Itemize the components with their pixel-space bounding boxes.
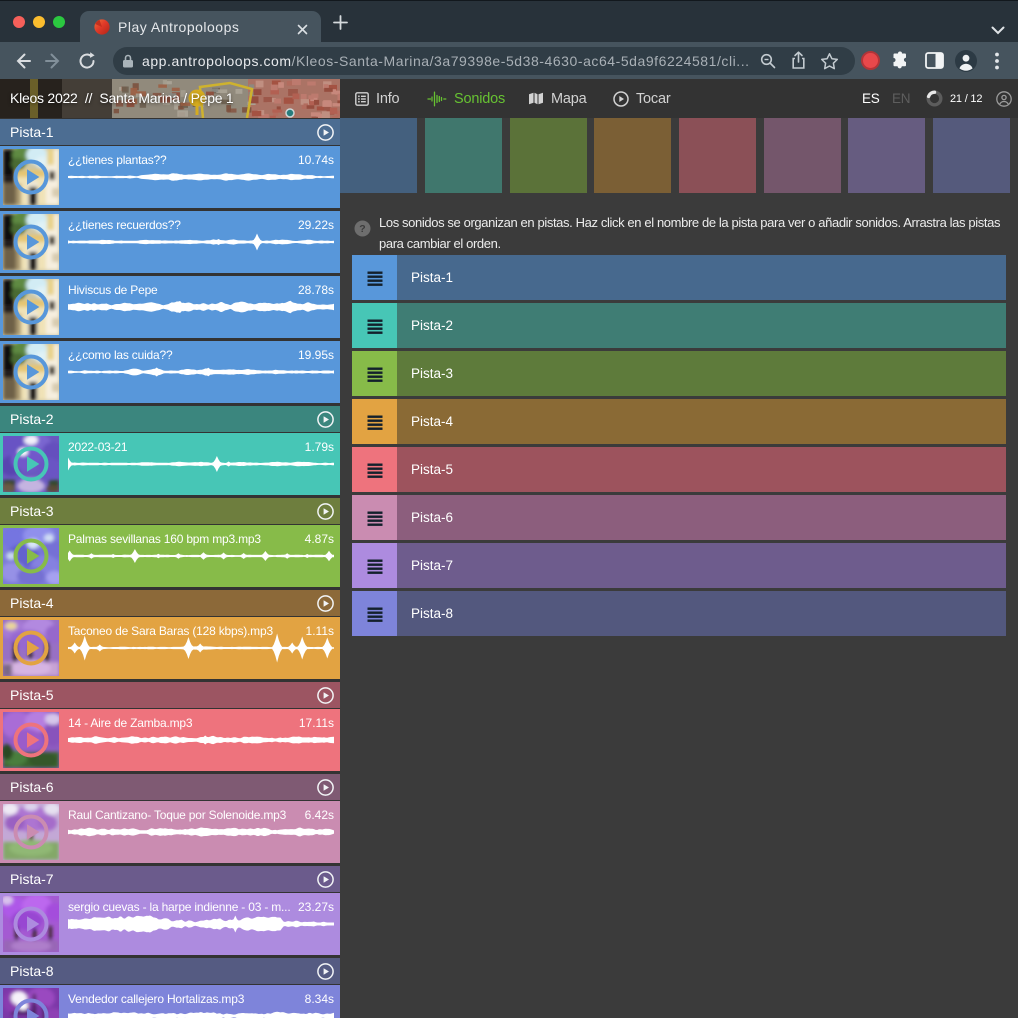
svg-text:?: ? [359,223,365,235]
